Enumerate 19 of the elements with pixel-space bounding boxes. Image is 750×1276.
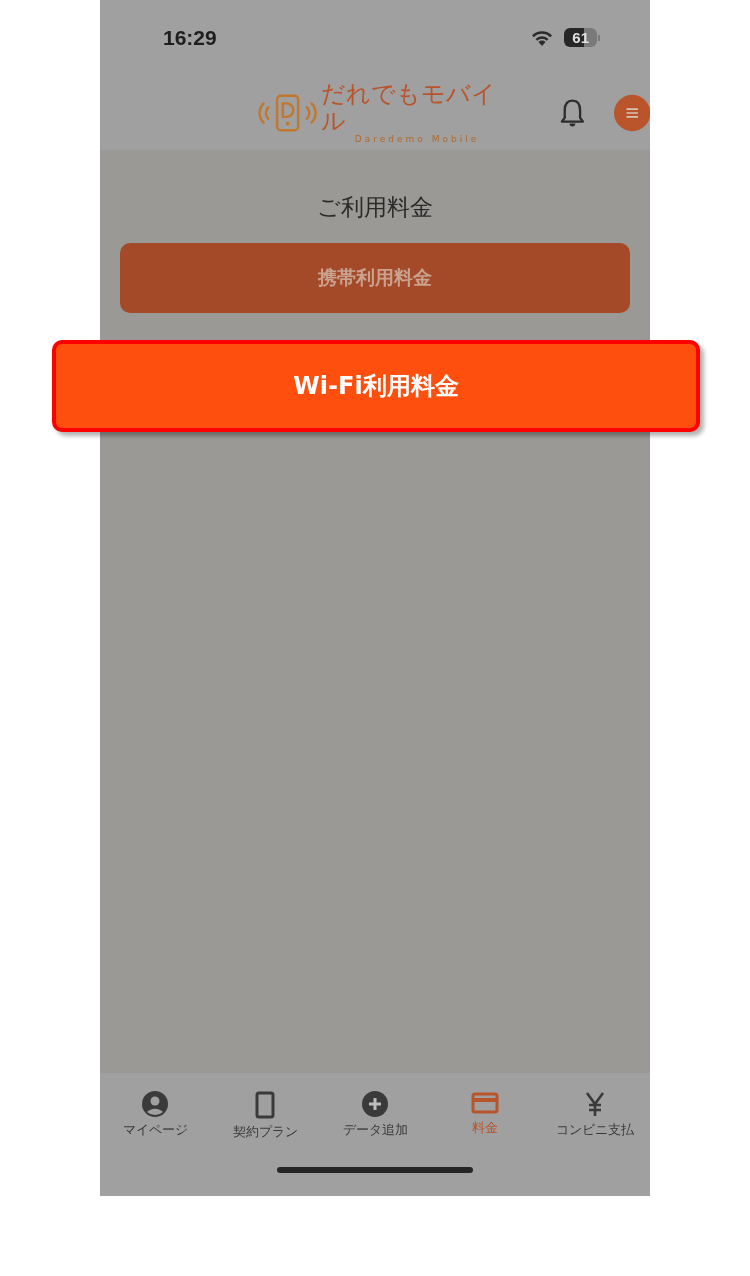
logo-subtitle: Daredemo Mobile (354, 133, 480, 144)
credit-card-icon (471, 1091, 499, 1115)
battery-indicator: 61 (564, 28, 600, 47)
nav-tab[interactable]: 契約プラン (210, 1091, 320, 1141)
status-time: 16:29 (163, 25, 217, 50)
wifi-icon (530, 28, 555, 47)
bell-icon[interactable] (558, 96, 586, 129)
page-title: ご利用料金 (317, 193, 433, 222)
wifi-fee-button[interactable]: Wi-Fi利用料金 (52, 340, 700, 432)
smartphone-icon (255, 1091, 275, 1119)
nav-tab[interactable]: マイページ (100, 1091, 210, 1141)
user-icon (142, 1091, 168, 1117)
logo-title: だれでもモバイル (321, 81, 498, 134)
yen-icon (584, 1091, 606, 1117)
phone-signal-icon (256, 92, 320, 133)
nav-tab[interactable]: コンビニ支払 (540, 1091, 650, 1141)
phone-fee-button[interactable]: 携帯利用料金 (120, 243, 630, 313)
plus-icon (362, 1091, 388, 1117)
nav-tab[interactable]: データ追加 (320, 1091, 430, 1141)
